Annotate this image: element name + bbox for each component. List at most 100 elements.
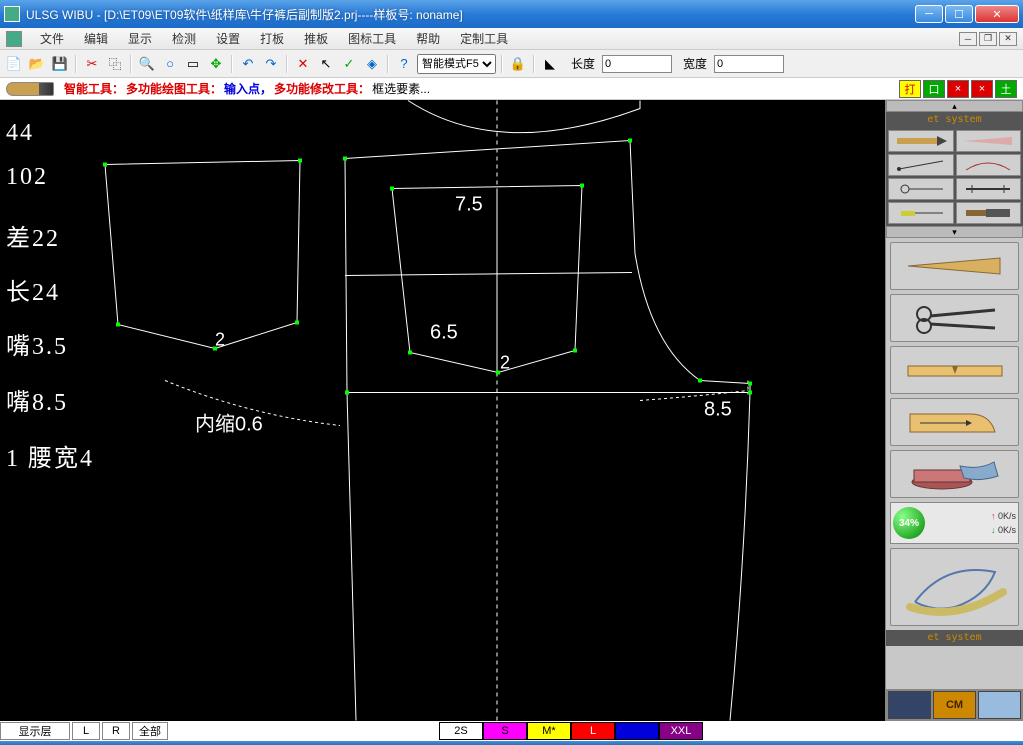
undo-button[interactable]: ↶ — [238, 54, 258, 74]
menu-settings[interactable]: 设置 — [206, 28, 250, 49]
app-icon — [4, 6, 20, 22]
size-XL[interactable] — [615, 722, 659, 740]
menu-help[interactable]: 帮助 — [406, 28, 450, 49]
tool-sharp[interactable] — [956, 130, 1022, 152]
help-button[interactable]: ? — [394, 54, 414, 74]
panel-header: et system — [886, 112, 1023, 128]
new-button[interactable]: 📄 — [4, 54, 24, 74]
tool-line1[interactable] — [888, 154, 954, 176]
open-button[interactable]: 📂 — [27, 54, 47, 74]
size-XXL[interactable]: XXL — [659, 722, 703, 740]
bigtool-ruler-curve[interactable] — [890, 548, 1019, 626]
tool-pencil[interactable] — [888, 130, 954, 152]
toggle-3[interactable]: × — [947, 80, 969, 98]
tool-label-e: 框选要素... — [372, 80, 430, 97]
tool-caliper[interactable] — [956, 178, 1022, 200]
bigtool-dart[interactable] — [890, 242, 1019, 290]
menu-view[interactable]: 显示 — [118, 28, 162, 49]
panel-scroll-down[interactable]: ▾ — [886, 226, 1023, 238]
mdi-minimize-button[interactable]: ─ — [959, 32, 977, 46]
panel-footer-label: et system — [886, 630, 1023, 646]
svg-text:6.5: 6.5 — [430, 322, 458, 344]
network-speed-widget: 34% ↑ 0K/s↓ 0K/s — [890, 502, 1019, 544]
tool-brush[interactable] — [956, 202, 1022, 224]
pencil-icon — [6, 82, 54, 96]
zoom-out-button[interactable]: ○ — [160, 54, 180, 74]
display-layer-button[interactable]: 显示层 — [0, 722, 70, 740]
menu-check[interactable]: 检测 — [162, 28, 206, 49]
menu-pattern[interactable]: 打板 — [250, 28, 294, 49]
toggle-1[interactable]: 打 — [899, 80, 921, 98]
svg-text:7.5: 7.5 — [455, 194, 483, 216]
menu-bar: 文件 编辑 显示 检测 设置 打板 推板 图标工具 帮助 定制工具 ─ ❐ ✕ — [0, 28, 1023, 50]
side-measure-4: 长24 — [6, 272, 60, 307]
cut-button[interactable]: ✂ — [82, 54, 102, 74]
menu-grade[interactable]: 推板 — [294, 28, 338, 49]
length-input[interactable] — [602, 55, 672, 73]
layer-L-button[interactable]: L — [72, 722, 100, 740]
layer-all-button[interactable]: 全部 — [132, 722, 168, 740]
side-measure-2: 102 — [6, 164, 48, 191]
size-M[interactable]: M* — [527, 722, 571, 740]
bigtool-scissors[interactable] — [890, 294, 1019, 342]
bigtool-wash[interactable] — [890, 450, 1019, 498]
panel-scroll-up[interactable]: ▴ — [886, 100, 1023, 112]
side-measure-1: 44 — [6, 120, 34, 147]
zoom-in-button[interactable]: 🔍 — [137, 54, 157, 74]
menu-edit[interactable]: 编辑 — [74, 28, 118, 49]
menu-file[interactable]: 文件 — [30, 28, 74, 49]
right-tool-panel: ▴ et system ▾ 34% ↑ 0K/s↓ 0K/s et system… — [885, 100, 1023, 721]
svg-text:8.5: 8.5 — [704, 399, 732, 421]
mdi-restore-button[interactable]: ❐ — [979, 32, 997, 46]
bottom-layer-bar: 显示层 L R 全部 2S S M* L XXL — [0, 721, 1023, 741]
menu-custom[interactable]: 定制工具 — [450, 28, 518, 49]
size-buttons: 2S S M* L XXL — [439, 722, 703, 740]
small-tools-grid — [886, 128, 1023, 226]
mode-select[interactable]: 智能模式F5 — [417, 54, 496, 74]
unit-btn-3[interactable] — [978, 691, 1021, 719]
layer-R-button[interactable]: R — [102, 722, 130, 740]
tool-curve[interactable] — [956, 154, 1022, 176]
toggle-5[interactable]: 土 — [995, 80, 1017, 98]
unit-btn-cm[interactable]: CM — [933, 691, 976, 719]
bigtool-notch[interactable] — [890, 346, 1019, 394]
width-input[interactable] — [714, 55, 784, 73]
width-label: 宽度 — [683, 55, 707, 72]
length-label: 长度 — [571, 55, 595, 72]
redo-button[interactable]: ↷ — [261, 54, 281, 74]
side-measure-7: 1 腰宽4 — [6, 438, 94, 473]
os-taskbar — [0, 741, 1023, 745]
tool-compass[interactable] — [888, 178, 954, 200]
speed-percent: 34% — [893, 507, 925, 539]
toggle-2[interactable]: 口 — [923, 80, 945, 98]
tool-label-d: 多功能修改工具： — [274, 80, 370, 97]
pick-button[interactable]: ◈ — [362, 54, 382, 74]
main-toolbar: 📄 📂 💾 ✂ ⿻ 🔍 ○ ▭ ✥ ↶ ↷ ✕ ↖ ✓ ◈ ? 智能模式F5 🔒… — [0, 50, 1023, 78]
unit-btn-1[interactable] — [888, 691, 931, 719]
zoom-fit-button[interactable]: ▭ — [183, 54, 203, 74]
size-L[interactable]: L — [571, 722, 615, 740]
lock-button[interactable]: 🔒 — [508, 54, 528, 74]
cursor-button[interactable]: ↖ — [316, 54, 336, 74]
mdi-close-button[interactable]: ✕ — [999, 32, 1017, 46]
delete-button[interactable]: ✕ — [293, 54, 313, 74]
menu-icontools[interactable]: 图标工具 — [338, 28, 406, 49]
size-2S[interactable]: 2S — [439, 722, 483, 740]
toggle-4[interactable]: × — [971, 80, 993, 98]
side-measure-6: 嘴8.5 — [6, 382, 68, 417]
side-measure-5: 嘴3.5 — [6, 326, 68, 361]
close-button[interactable]: ✕ — [975, 5, 1019, 23]
canvas-area[interactable]: 7.5 6.5 2 2 8.5 内缩0.6 44 102 差22 长24 嘴3.… — [0, 100, 885, 721]
copy-button[interactable]: ⿻ — [105, 54, 125, 74]
confirm-button[interactable]: ✓ — [339, 54, 359, 74]
tool-gauge[interactable] — [888, 202, 954, 224]
maximize-button[interactable]: ☐ — [945, 5, 973, 23]
pan-button[interactable]: ✥ — [206, 54, 226, 74]
tool-label-c: 输入点， — [224, 80, 272, 97]
angle-button[interactable]: ◣ — [540, 54, 560, 74]
minimize-button[interactable]: ─ — [915, 5, 943, 23]
bigtool-pattern[interactable] — [890, 398, 1019, 446]
window-titlebar: ULSG WIBU - [D:\ET09\ET09软件\纸样库\牛仔裤后副制版2… — [0, 0, 1023, 28]
save-button[interactable]: 💾 — [50, 54, 70, 74]
size-S[interactable]: S — [483, 722, 527, 740]
